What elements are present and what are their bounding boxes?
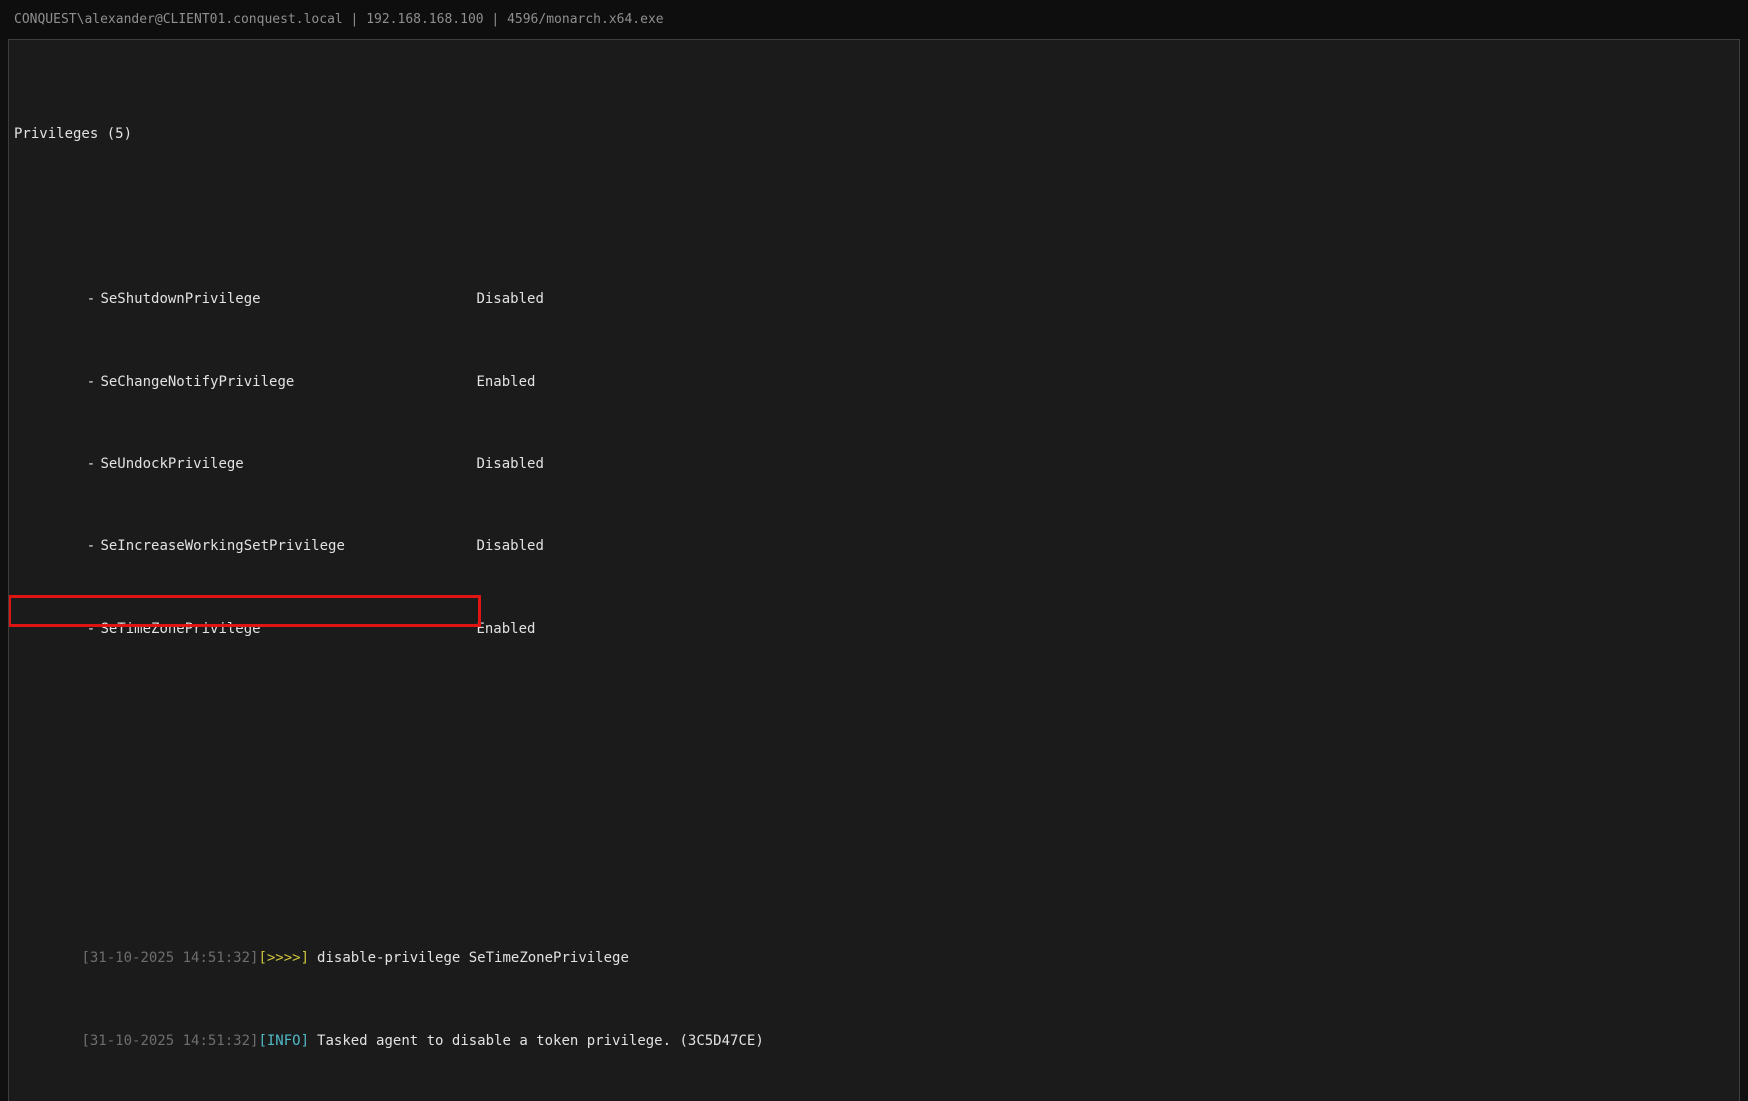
privilege-status: Disabled xyxy=(476,291,543,307)
log-tag: [INFO] xyxy=(258,1033,309,1049)
log-message: Tasked agent to disable a token privileg… xyxy=(317,1033,764,1049)
privileges-list-before: -SeShutdownPrivilegeDisabled -SeChangeNo… xyxy=(14,186,1739,660)
console-output[interactable]: Privileges (5) -SeShutdownPrivilegeDisab… xyxy=(8,39,1740,1101)
bullet-dash: - xyxy=(81,536,100,557)
privilege-name: SeTimeZonePrivilege xyxy=(100,619,476,640)
log-line: [31-10-2025 14:51:32][INFO]Tasked agent … xyxy=(14,1010,1739,1031)
privilege-row: -SeShutdownPrivilegeDisabled xyxy=(14,269,1739,290)
privilege-row: -SeChangeNotifyPrivilegeEnabled xyxy=(14,351,1739,372)
log-line: [31-10-2025 14:51:32][>>>>]disable-privi… xyxy=(14,928,1739,949)
spacer xyxy=(14,722,1739,763)
bullet-dash: - xyxy=(81,454,100,475)
timestamp: [31-10-2025 14:51:32] xyxy=(81,1033,258,1049)
privilege-name: SeIncreaseWorkingSetPrivilege xyxy=(100,536,476,557)
bullet-dash: - xyxy=(81,372,100,393)
timestamp: [31-10-2025 14:51:32] xyxy=(81,950,258,966)
log-block-disable-privilege: [31-10-2025 14:51:32][>>>>]disable-privi… xyxy=(14,845,1739,1101)
log-line: [31-10-2025 14:51:34][INFO]124 bytes sen… xyxy=(14,1092,1739,1101)
session-titlebar: CONQUEST\alexander@CLIENT01.conquest.loc… xyxy=(0,0,1748,39)
privilege-status: Disabled xyxy=(476,538,543,554)
log-message: disable-privilege SeTimeZonePrivilege xyxy=(317,950,629,966)
privilege-status: Enabled xyxy=(476,621,535,637)
privilege-row: -SeUndockPrivilegeDisabled xyxy=(14,433,1739,454)
privilege-status: Disabled xyxy=(476,456,543,472)
bullet-dash: - xyxy=(81,619,100,640)
log-tag: [>>>>] xyxy=(258,950,309,966)
privilege-name: SeChangeNotifyPrivilege xyxy=(100,372,476,393)
privilege-status: Enabled xyxy=(476,374,535,390)
privilege-row: -SeTimeZonePrivilegeEnabled xyxy=(14,598,1739,619)
session-info: CONQUEST\alexander@CLIENT01.conquest.loc… xyxy=(14,12,664,27)
privilege-name: SeShutdownPrivilege xyxy=(100,289,476,310)
privilege-row: -SeIncreaseWorkingSetPrivilegeDisabled xyxy=(14,516,1739,537)
bullet-dash: - xyxy=(81,289,100,310)
privilege-name: SeUndockPrivilege xyxy=(100,454,476,475)
privileges-header: Privileges (5) xyxy=(14,124,1739,145)
